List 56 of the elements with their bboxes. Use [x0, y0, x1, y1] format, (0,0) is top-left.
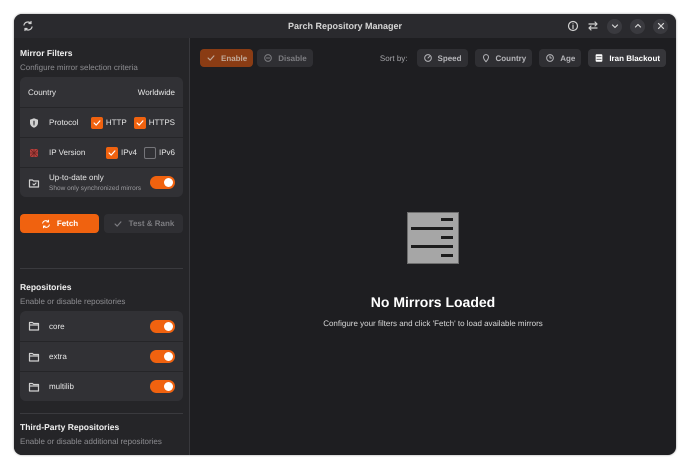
- repository-name: multilib: [49, 382, 75, 391]
- clock-icon: [545, 53, 556, 63]
- repository-name: extra: [49, 352, 68, 361]
- window-title: Parch Repository Manager: [286, 21, 404, 31]
- filter-label: Up-to-date only: [49, 173, 105, 182]
- refresh-icon[interactable]: [22, 20, 34, 32]
- folder-icon: [28, 320, 40, 332]
- info-icon[interactable]: [567, 20, 579, 32]
- checkbox-label: HTTP: [106, 118, 127, 127]
- section-title: Repositories: [20, 282, 72, 292]
- checkbox-label: IPv6: [158, 148, 175, 157]
- folder-icon: [28, 350, 40, 362]
- checkbox[interactable]: [90, 116, 103, 128]
- section-subtitle: Configure mirror selection criteria: [20, 63, 139, 72]
- list-icon: [594, 53, 604, 63]
- fetch-button[interactable]: Fetch: [20, 214, 99, 233]
- checkbox-label: HTTPS: [148, 118, 175, 127]
- gauge-icon: [422, 53, 432, 63]
- section-subtitle: Enable or disable additional repositories: [20, 437, 163, 446]
- minus-circle-icon: [263, 53, 274, 63]
- maximize-button[interactable]: [630, 18, 645, 34]
- checkmark-icon: [206, 53, 216, 63]
- section-title: Third-Party Repositories: [20, 422, 120, 432]
- toggle-switch[interactable]: [150, 380, 175, 393]
- repository-name: core: [49, 322, 66, 330]
- sort-button[interactable]: Country: [474, 49, 532, 67]
- section-title: Mirror Filters: [20, 48, 74, 58]
- checkbox[interactable]: [134, 116, 146, 128]
- close-button[interactable]: [653, 18, 668, 34]
- empty-state-message: Configure your filters and click 'Fetch' to load available mirrors: [323, 319, 543, 328]
- refresh-icon: [40, 218, 51, 228]
- sort-button[interactable]: Iran Blackout: [588, 49, 666, 67]
- folder-icon: [28, 380, 40, 392]
- checkbox[interactable]: [144, 146, 156, 158]
- section-subtitle: Enable or disable repositories: [20, 297, 126, 306]
- shield-icon: [28, 116, 40, 128]
- toggle-switch[interactable]: [150, 176, 175, 189]
- grid-icon: [28, 146, 40, 158]
- checkbox-label: IPv4: [120, 148, 137, 157]
- map-pin-icon: [480, 53, 491, 63]
- empty-state-title: No Mirrors Loaded: [370, 294, 496, 310]
- filter-label: Country: [28, 88, 56, 96]
- swap-arrows-icon[interactable]: [587, 20, 599, 32]
- checkmark-icon: [112, 218, 123, 228]
- sort-button[interactable]: Age: [539, 49, 582, 67]
- sort-button[interactable]: Speed: [416, 49, 468, 67]
- toggle-switch[interactable]: [150, 320, 175, 332]
- sort-label: Sort by:: [380, 54, 408, 62]
- filter-label: Protocol: [49, 118, 80, 127]
- checkbox[interactable]: [106, 146, 118, 158]
- folder-check-icon: [28, 176, 40, 188]
- filter-label: IP Version: [49, 148, 86, 157]
- minimize-button[interactable]: [607, 18, 622, 34]
- document-lines-icon: [407, 212, 459, 264]
- country-value[interactable]: Worldwide: [138, 88, 175, 96]
- toggle-switch[interactable]: [150, 350, 175, 363]
